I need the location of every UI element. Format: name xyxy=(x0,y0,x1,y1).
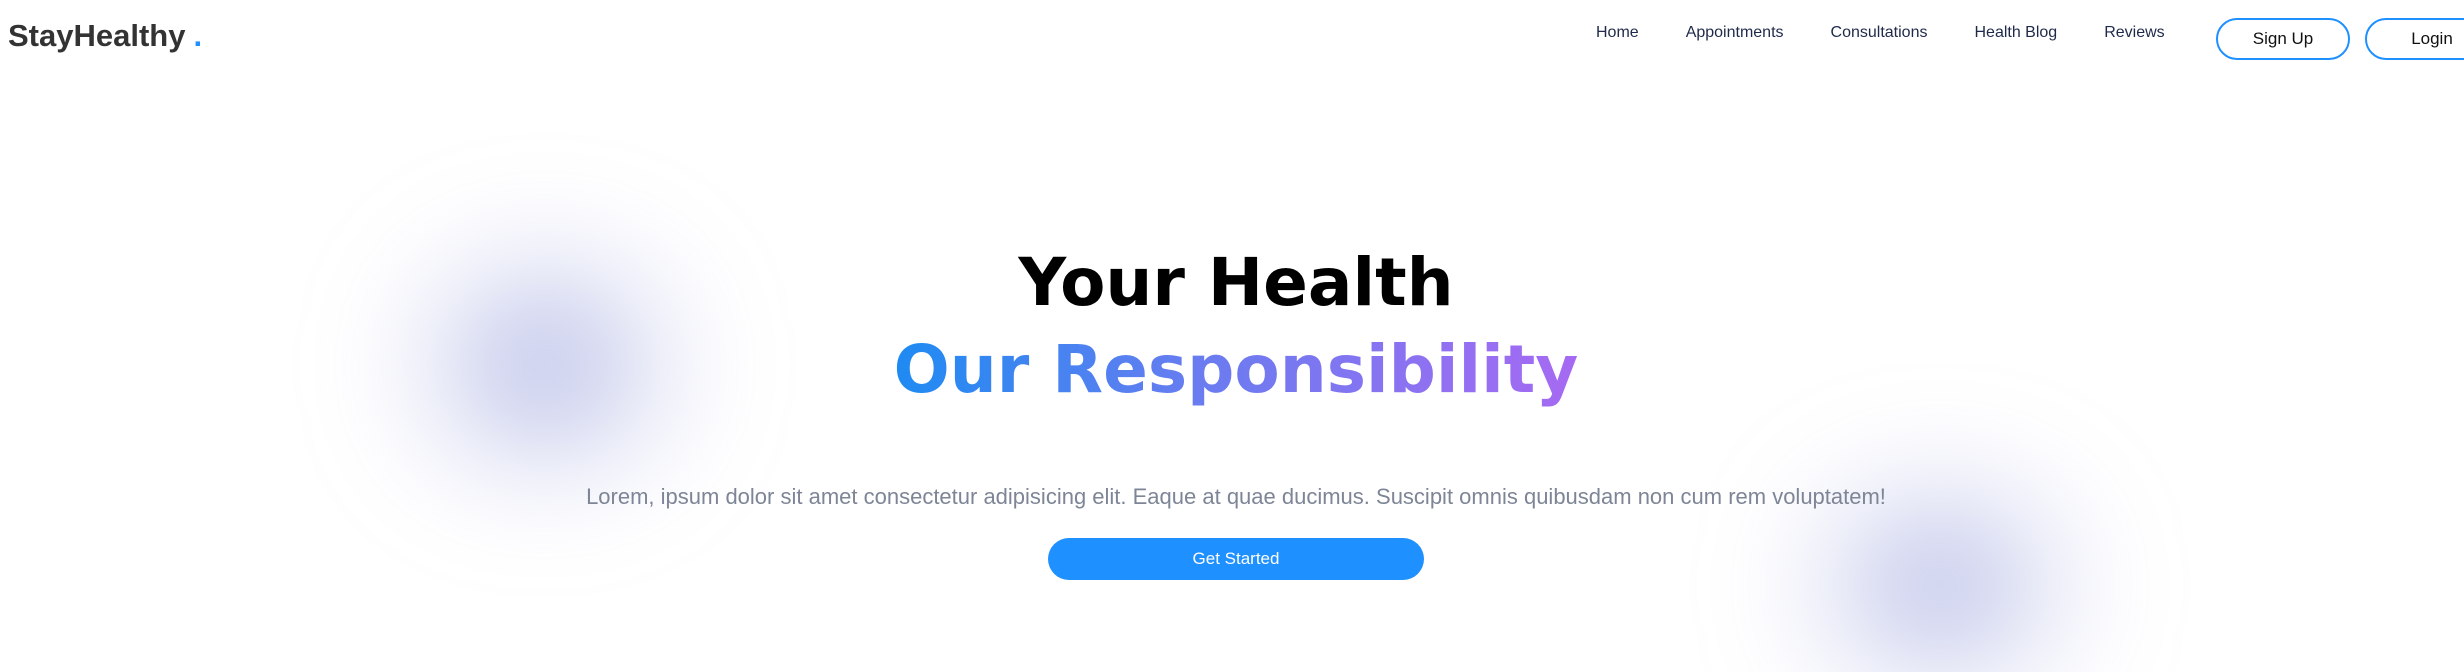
hero-subtitle: Our Responsibility xyxy=(893,331,1579,408)
hero-subtitle-wrapper: Our Responsibility xyxy=(0,330,2464,410)
get-started-button[interactable]: Get Started xyxy=(1048,538,1424,580)
nav-links: Home Appointments Consultations Health B… xyxy=(1596,24,2212,42)
nav-link-reviews[interactable]: Reviews xyxy=(2104,24,2164,42)
nav-link-consultations[interactable]: Consultations xyxy=(1831,24,1928,42)
hero-description: Lorem, ipsum dolor sit amet consectetur … xyxy=(586,484,1886,509)
navbar: StayHealthy. Home Appointments Consultat… xyxy=(0,0,2464,80)
login-button[interactable]: Login xyxy=(2365,18,2464,60)
brand-logo[interactable]: StayHealthy. xyxy=(8,18,202,54)
hero-title: Your Health xyxy=(1018,244,1454,321)
nav-link-appointments[interactable]: Appointments xyxy=(1686,24,1784,42)
brand-name: StayHealthy xyxy=(8,18,186,53)
nav-link-home[interactable]: Home xyxy=(1596,24,1639,42)
landing-page: StayHealthy. Home Appointments Consultat… xyxy=(0,0,2464,672)
sign-up-button[interactable]: Sign Up xyxy=(2216,18,2350,60)
brand-dot: . xyxy=(193,18,203,53)
nav-link-health-blog[interactable]: Health Blog xyxy=(1974,24,2057,42)
